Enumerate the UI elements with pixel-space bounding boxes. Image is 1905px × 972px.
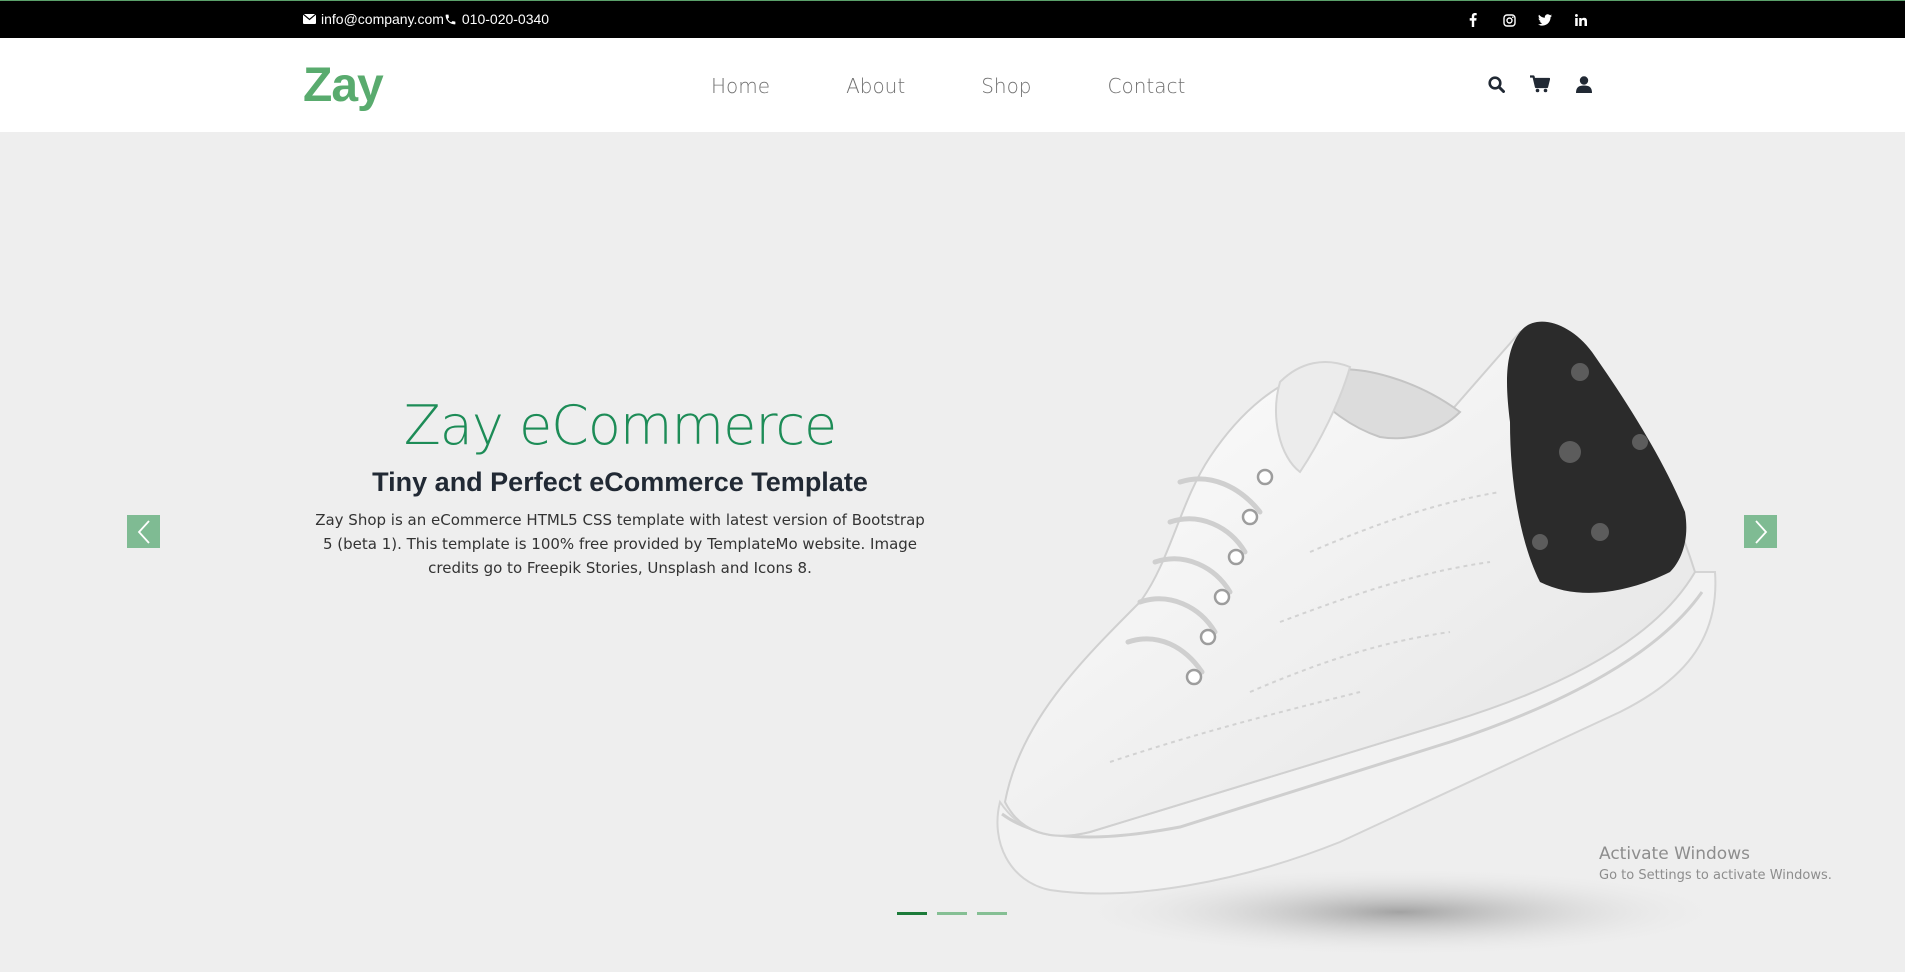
search-icon[interactable] [1486,74,1506,94]
nav-links: Home About Shop Contact [711,74,1261,98]
email-link[interactable]: info@company.com [303,11,444,27]
phone-icon [445,14,456,24]
hero-subtitle: Tiny and Perfect eCommerce Template [372,467,868,497]
email-text: info@company.com [321,11,444,27]
instagram-icon[interactable] [1501,12,1517,28]
windows-activation-watermark: Activate Windows Go to Settings to activ… [1599,844,1832,883]
top-bar: info@company.com 010-020-0340 [0,0,1905,38]
social-links [1465,12,1589,28]
linkedin-icon[interactable] [1573,12,1589,28]
hero-carousel: Zay eCommerce Tiny and Perfect eCommerce… [0,132,1905,957]
hero-description: Zay Shop is an eCommerce HTML5 CSS templ… [315,511,925,577]
phone-link[interactable]: 010-020-0340 [444,11,549,27]
carousel-indicator-2[interactable] [937,912,967,915]
nav-shop[interactable]: Shop [981,74,1031,98]
hero-text: Zay eCommerce Tiny and Perfect eCommerce… [300,394,940,580]
watermark-line-2: Go to Settings to activate Windows. [1599,868,1832,883]
nav-icons [1486,74,1594,94]
brand-logo[interactable]: Zay [303,58,384,113]
nav-contact[interactable]: Contact [1108,74,1186,98]
carousel-indicators [897,912,1007,915]
carousel-indicator-3[interactable] [977,912,1007,915]
cart-icon[interactable] [1530,74,1550,94]
facebook-icon[interactable] [1465,12,1481,28]
hero-title: Zay eCommerce [403,394,838,457]
user-icon[interactable] [1574,74,1594,94]
phone-text: 010-020-0340 [461,11,550,27]
envelope-icon [303,14,316,24]
nav-about[interactable]: About [846,74,905,98]
carousel-prev-button[interactable] [127,515,160,548]
main-navbar: Zay Home About Shop Contact [0,38,1905,132]
twitter-icon[interactable] [1537,12,1553,28]
carousel-indicator-1[interactable] [897,912,927,915]
watermark-line-1: Activate Windows [1599,844,1750,864]
chevron-left-icon [137,519,150,544]
nav-home[interactable]: Home [711,74,770,98]
contact-info: info@company.com 010-020-0340 [303,11,549,27]
